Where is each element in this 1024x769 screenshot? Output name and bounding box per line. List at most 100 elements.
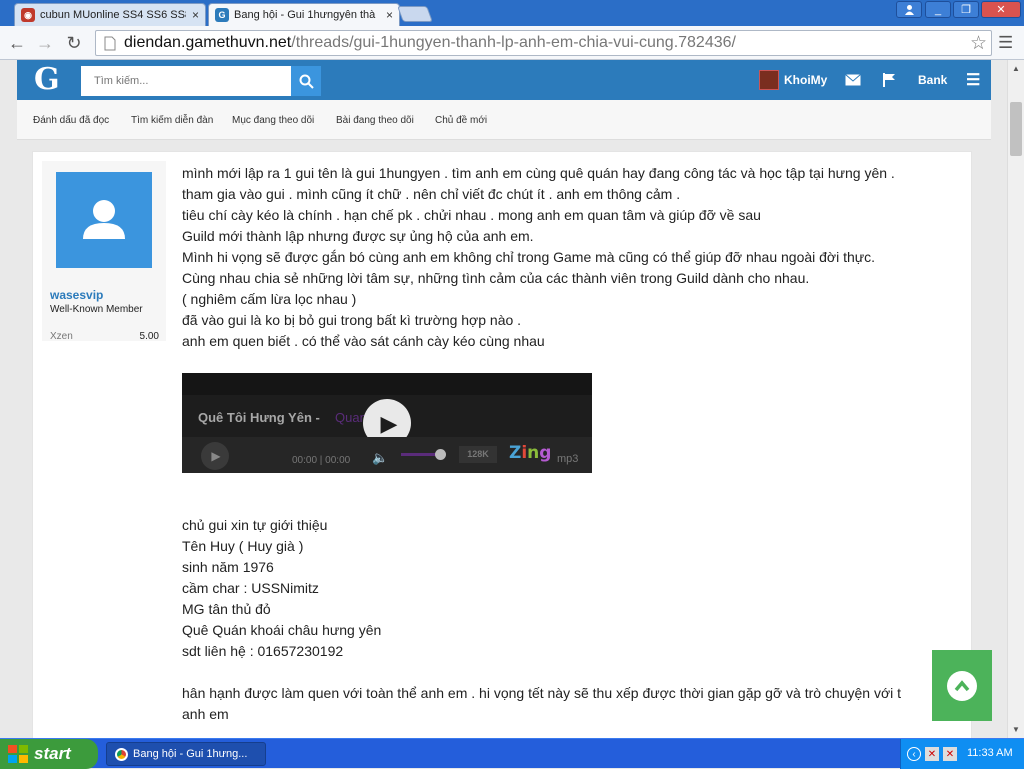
player-top-bar	[182, 373, 592, 395]
url-path: /threads/gui-1hungyen-thanh-lp-anh-em-ch…	[291, 34, 736, 51]
clock: 11:33 AM	[967, 747, 1013, 759]
message-line: mình mới lập ra 1 gui tên là gui 1hungye…	[182, 165, 895, 181]
author-stat-value: 5.00	[139, 331, 159, 342]
alerts-flag-icon[interactable]	[882, 60, 896, 100]
close-window-button[interactable]: ✕	[981, 1, 1021, 18]
message-line: đã vào gui là ko bị bỏ gui trong bất kì …	[182, 312, 522, 328]
tab-title: cubun MUonline SS4 SS6 SS8	[40, 9, 186, 21]
minimize-button[interactable]: _	[925, 1, 951, 18]
message-line: tiêu chí cày kéo là chính . hạn chế pk .…	[182, 207, 761, 223]
tab-bang-hoi[interactable]: G Bang hội - Gui 1hưngyên thà ×	[208, 3, 400, 26]
message-line: MG tân thủ đỏ	[182, 601, 271, 617]
tray-expand-icon[interactable]: ‹	[907, 747, 921, 761]
user-menu[interactable]: KhoiMy	[759, 60, 827, 100]
scrollbar-thumb[interactable]	[1010, 102, 1022, 156]
message-line: Guild mới thành lập nhưng được sự ủng hộ…	[182, 228, 534, 244]
message-line: ( nghiêm cấm lừa lọc nhau )	[182, 291, 357, 307]
g-icon: G	[215, 8, 229, 22]
page-scrollbar[interactable]: ▲ ▼	[1007, 60, 1024, 738]
mu-icon: ◉	[21, 8, 35, 22]
bookmark-star-icon[interactable]: ☆	[970, 32, 987, 55]
user-name: KhoiMy	[784, 73, 828, 87]
page-icon	[102, 34, 118, 52]
menu-icon[interactable]: ☰	[966, 60, 980, 100]
author-stat-label: Xzen	[50, 331, 73, 342]
inbox-icon[interactable]	[845, 60, 861, 100]
message-line: sdt liên hệ : 01657230192	[182, 643, 344, 659]
forward-icon[interactable]: →	[34, 32, 56, 54]
chrome-menu-icon[interactable]: ☰	[998, 33, 1013, 53]
maximize-button[interactable]: ❐	[953, 1, 979, 18]
search-button[interactable]	[291, 66, 321, 96]
song-name: Quê Tôi Hưng Yên	[198, 410, 312, 425]
zing-logo: Zing	[509, 443, 552, 463]
song-separator: -	[315, 410, 320, 425]
network-alert-icon[interactable]: ✕	[943, 747, 957, 761]
close-icon[interactable]: ×	[192, 8, 199, 22]
search-input[interactable]	[81, 66, 291, 96]
watched-threads-link[interactable]: Mục đang theo dõi	[232, 115, 314, 126]
page-viewport: G KhoiMy Bank ☰ Đánh dấu đã đọc Tìm kiếm…	[0, 60, 1007, 738]
chrome-icon	[115, 747, 128, 761]
avatar	[759, 70, 779, 90]
message-line: Quê Quán khoái châu hưng yên	[182, 622, 382, 638]
message-line: anh em	[182, 706, 229, 722]
message-line: chủ gui xin tự giới thiệu	[182, 517, 328, 533]
profile-icon[interactable]	[896, 1, 922, 18]
zing-mp3-label: mp3	[557, 453, 579, 465]
forum-subnav: Đánh dấu đã đọc Tìm kiếm diễn đàn Mục đa…	[17, 100, 991, 140]
message-line: tham gia vào gui . mình cũng ít chữ . nê…	[182, 186, 681, 202]
site-logo[interactable]: G	[34, 65, 64, 95]
time-display: 00:00 | 00:00	[292, 455, 351, 466]
bank-link[interactable]: Bank	[918, 60, 947, 100]
scroll-down-arrow-icon[interactable]: ▼	[1012, 725, 1020, 734]
search-icon	[299, 74, 314, 89]
author-username[interactable]: wasesvip	[50, 288, 103, 302]
taskbar-item-chrome[interactable]: Bang hội - Gui 1hưng...	[106, 742, 266, 766]
forum-post: wasesvip Well-Known Member Xzen 5.00 mìn…	[32, 151, 972, 738]
post-message: mình mới lập ra 1 gui tên là gui 1hungye…	[182, 163, 952, 725]
message-line: Cùng nhau chia sẻ những lời tâm sự, nhữn…	[182, 270, 810, 286]
reload-icon[interactable]: ↻	[63, 32, 85, 54]
message-line: cầm char : USSNimitz	[182, 580, 319, 596]
url-host: diendan.gamethuvn.net	[124, 34, 292, 51]
browser-tab-strip: ◉ cubun MUonline SS4 SS6 SS8 × G Bang hộ…	[0, 0, 1024, 26]
system-tray: ‹ ✕ ✕ 11:33 AM	[900, 739, 1024, 769]
forum-header: G KhoiMy Bank ☰	[17, 60, 991, 100]
watched-posts-link[interactable]: Bài đang theo dõi	[336, 115, 414, 126]
scroll-up-arrow-icon[interactable]: ▲	[1012, 64, 1020, 73]
message-line: anh em quen biết . có thể vào sát cánh c…	[182, 333, 545, 349]
new-threads-link[interactable]: Chủ đề mới	[435, 115, 487, 126]
song-title: Quê Tôi Hưng Yên -	[198, 407, 320, 428]
volume-icon[interactable]: 🔈	[372, 447, 388, 468]
browser-toolbar: ← → ↻ diendan.gamethuvn.net/threads/gui-…	[0, 26, 1024, 60]
address-bar[interactable]: diendan.gamethuvn.net/threads/gui-1hungy…	[95, 30, 992, 56]
message-line: sinh năm 1976	[182, 559, 274, 575]
author-avatar[interactable]	[56, 172, 152, 268]
network-icon[interactable]: ✕	[925, 747, 939, 761]
tab-mu-online[interactable]: ◉ cubun MUonline SS4 SS6 SS8 ×	[14, 3, 206, 26]
message-line: Mình hi vọng sẽ được gắn bó cùng anh em …	[182, 249, 876, 265]
tab-title: Bang hội - Gui 1hưngyên thà	[234, 9, 376, 21]
play-button-small[interactable]: ▶	[201, 442, 229, 470]
mark-read-link[interactable]: Đánh dấu đã đọc	[33, 115, 109, 126]
windows-flag-icon	[8, 745, 28, 763]
message-line: hân hạnh được làm quen với toàn thể anh …	[182, 685, 902, 701]
message-line: Tên Huy ( Huy già )	[182, 538, 304, 554]
chevron-up-icon	[947, 670, 977, 701]
start-label: start	[34, 744, 71, 763]
post-author-panel: wasesvip Well-Known Member Xzen 5.00	[42, 161, 166, 342]
default-user-icon	[83, 200, 125, 239]
back-icon[interactable]: ←	[6, 32, 28, 54]
zing-mp3-player[interactable]: Quê Tôi Hưng Yên - Quang Tuyệt ▶ ▶ 00:00…	[182, 373, 592, 473]
scroll-to-top-button[interactable]	[932, 650, 992, 721]
author-title: Well-Known Member	[50, 304, 143, 315]
taskbar: start Bang hội - Gui 1hưng... ‹ ✕ ✕ 11:3…	[0, 738, 1024, 769]
quality-badge[interactable]: 128K	[459, 446, 497, 463]
start-button[interactable]: start	[0, 739, 98, 769]
search-forum-link[interactable]: Tìm kiếm diễn đàn	[131, 115, 213, 126]
new-tab-button[interactable]	[397, 6, 433, 22]
close-icon[interactable]: ×	[386, 8, 393, 22]
taskbar-item-label: Bang hội - Gui 1hưng...	[133, 748, 248, 760]
volume-slider-handle[interactable]	[435, 449, 446, 460]
